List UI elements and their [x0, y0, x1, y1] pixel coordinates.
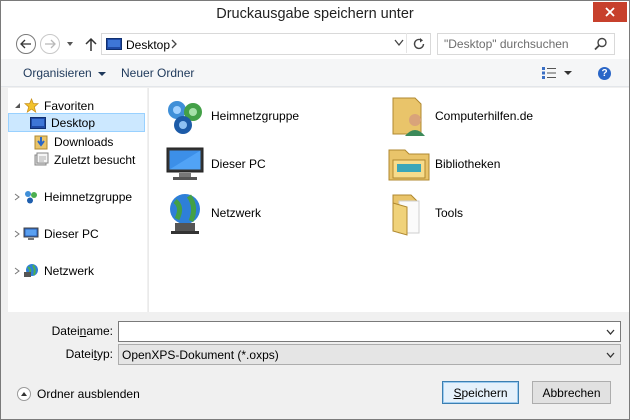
save-button[interactable]: Speichern [442, 381, 519, 404]
nav-network-label: Netzwerk [44, 263, 95, 278]
address-divider [406, 33, 407, 53]
search-input[interactable] [444, 36, 589, 52]
new-folder-button[interactable]: Neuer Ordner [121, 66, 194, 80]
command-bar: Organisieren Neuer Ordner ? [1, 59, 629, 87]
chevron-down-icon [67, 42, 73, 46]
save-dialog: Druckausgabe speichern unter Desktop "De… [0, 0, 630, 420]
list-item-this-pc[interactable]: Dieser PC [161, 140, 266, 188]
search-icon[interactable] [594, 37, 608, 51]
filename-input[interactable] [122, 324, 592, 339]
save-form: Dateiname: Dateityp: OpenXPS-Dokument (*… [1, 312, 629, 374]
refresh-icon[interactable] [412, 37, 426, 51]
list-item-libraries[interactable]: Bibliotheken [385, 140, 500, 188]
file-list: Heimnetzgruppe Computerhilfen.de Dieser … [148, 88, 629, 312]
view-options-icon[interactable] [541, 66, 557, 80]
navigation-pane: Favoriten Desktop Downloads Zuletzt besu… [8, 88, 147, 312]
chevron-up-icon [17, 387, 31, 401]
address-dropdown-icon[interactable] [394, 39, 404, 47]
hide-folders-label: Ordner ausblenden [37, 387, 140, 401]
filename-field[interactable] [118, 321, 621, 342]
chevron-down-icon [97, 71, 106, 76]
downloads-icon [32, 134, 50, 150]
user-folder-icon [392, 97, 425, 136]
address-bar[interactable]: Desktop [101, 33, 431, 55]
collapsed-arrow-icon[interactable] [12, 267, 22, 275]
filetype-value: OpenXPS-Dokument (*.oxps) [122, 348, 279, 362]
chevron-down-icon[interactable] [606, 329, 615, 335]
chevron-down-icon[interactable] [606, 352, 615, 358]
computer-icon [22, 226, 40, 242]
nav-item-downloads[interactable]: Downloads [8, 132, 113, 151]
nav-homegroup[interactable]: Heimnetzgruppe [8, 187, 132, 206]
close-button[interactable] [593, 2, 627, 22]
nav-network[interactable]: Netzwerk [8, 261, 94, 280]
breadcrumb-desktop[interactable]: Desktop [126, 38, 170, 52]
forward-button[interactable] [40, 34, 60, 54]
recent-locations-button[interactable] [65, 38, 75, 48]
list-item-label: Netzwerk [211, 206, 262, 220]
list-item-label: Computerhilfen.de [435, 109, 534, 123]
network-icon [22, 263, 40, 279]
organize-label: Organisieren [23, 66, 92, 80]
desktop-icon [29, 115, 47, 131]
list-item-user-folder[interactable]: Computerhilfen.de [385, 92, 533, 140]
title-bar: Druckausgabe speichern unter [1, 1, 629, 29]
homegroup-icon [22, 189, 40, 205]
libraries-icon [388, 149, 430, 181]
help-icon[interactable]: ? [598, 67, 611, 80]
view-dropdown-icon[interactable] [564, 71, 572, 75]
chevron-right-icon[interactable] [170, 39, 178, 49]
cancel-button[interactable]: Abbrechen [532, 381, 611, 404]
filename-label: Dateiname: [51, 324, 113, 338]
star-icon [22, 98, 40, 114]
homegroup-icon [168, 101, 202, 134]
nav-item-label: Zuletzt besucht [54, 152, 136, 167]
nav-item-recent[interactable]: Zuletzt besucht [8, 150, 135, 169]
arrow-left-icon [20, 39, 31, 49]
list-item-label: Bibliotheken [435, 157, 501, 171]
back-button[interactable] [16, 34, 36, 54]
nav-homegroup-label: Heimnetzgruppe [44, 189, 133, 204]
network-icon [170, 194, 200, 234]
nav-item-desktop[interactable]: Desktop [8, 113, 145, 132]
organize-button[interactable]: Organisieren [23, 66, 106, 80]
nav-this-pc[interactable]: Dieser PC [8, 224, 99, 243]
list-item-homegroup[interactable]: Heimnetzgruppe [161, 92, 299, 140]
list-item-network[interactable]: Netzwerk [161, 189, 261, 237]
list-item-label: Tools [435, 206, 464, 220]
collapsed-arrow-icon[interactable] [12, 230, 22, 238]
recent-places-icon [32, 152, 50, 168]
search-box[interactable] [437, 33, 615, 55]
nav-item-label: Desktop [51, 115, 96, 130]
arrow-up-icon [85, 37, 97, 51]
nav-this-pc-label: Dieser PC [44, 226, 99, 241]
filetype-label: Dateityp: [65, 347, 113, 361]
dialog-footer: Ordner ausblenden Speichern Abbrechen [1, 374, 629, 419]
up-button[interactable] [84, 36, 98, 52]
hide-folders-button[interactable]: Ordner ausblenden [17, 387, 140, 401]
filetype-select[interactable]: OpenXPS-Dokument (*.oxps) [118, 344, 621, 365]
desktop-icon [106, 38, 122, 50]
nav-favorites-label: Favoriten [44, 98, 95, 113]
window-title: Druckausgabe speichern unter [216, 6, 414, 22]
folder-icon [392, 194, 420, 236]
collapsed-arrow-icon[interactable] [12, 193, 22, 201]
nav-item-label: Downloads [54, 134, 114, 149]
arrow-right-icon [45, 39, 56, 49]
close-icon [605, 7, 615, 17]
computer-icon [166, 147, 204, 180]
address-row: Desktop [1, 29, 629, 59]
list-item-tools[interactable]: Tools [385, 189, 463, 237]
expanded-arrow-icon[interactable] [12, 102, 22, 109]
list-item-label: Heimnetzgruppe [211, 109, 300, 123]
list-item-label: Dieser PC [211, 157, 266, 171]
